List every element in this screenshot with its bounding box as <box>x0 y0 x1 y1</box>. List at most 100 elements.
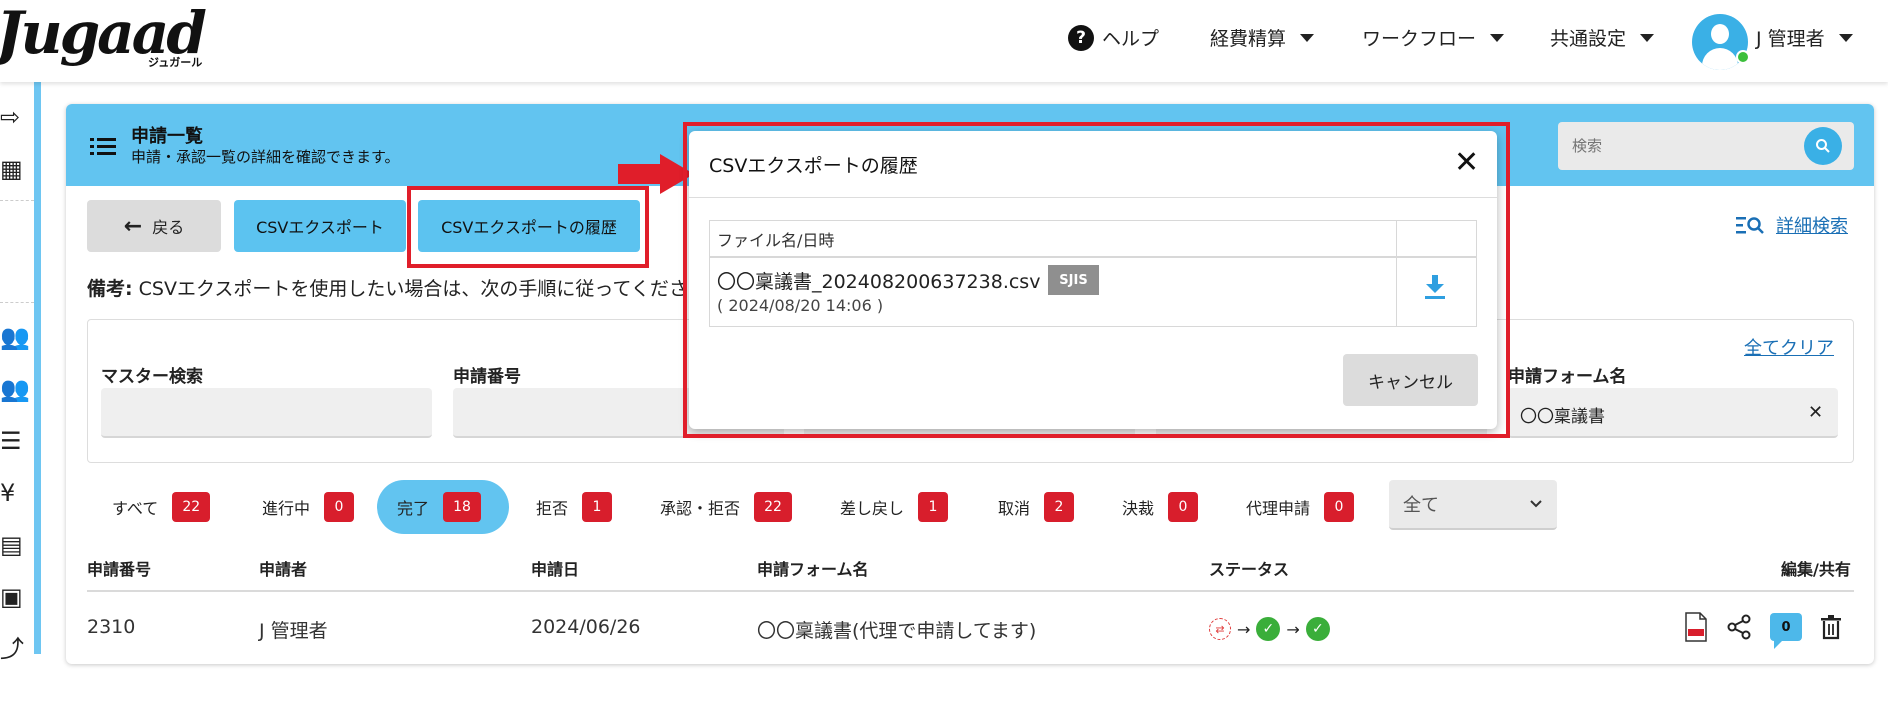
chevron-down-icon <box>1530 500 1542 508</box>
note-text: 備考: CSVエクスポートを使用したい場合は、次の手順に従ってくださ <box>87 274 688 301</box>
check-circle-icon: ✓ <box>1305 617 1330 641</box>
logout-icon[interactable]: ⇨ <box>0 104 26 130</box>
col-header-edit-share: 編集/共有 <box>1781 560 1851 579</box>
form-name-label: 申請フォーム名 <box>1508 367 1627 387</box>
advanced-search-label: 詳細検索 <box>1776 216 1848 237</box>
col-header-status: ステータス <box>1209 560 1290 579</box>
filter-select[interactable]: 全て <box>1389 480 1557 530</box>
history-table-column-divider <box>1396 220 1397 327</box>
advanced-search-link[interactable]: 詳細検索 <box>1736 212 1848 238</box>
receipt-icon[interactable]: ▤ <box>0 532 26 558</box>
count-badge: 22 <box>754 492 793 522</box>
online-status-dot <box>1736 50 1750 64</box>
row-actions: 0 <box>1684 612 1842 649</box>
tab-in-progress[interactable]: 進行中 0 <box>242 480 374 534</box>
proxy-status-icon: ⇄ <box>1209 618 1231 640</box>
modal-divider <box>689 197 1497 198</box>
check-circle-icon: ✓ <box>1256 617 1281 641</box>
tab-label: 完了 <box>397 499 430 518</box>
tab-label: 承認・拒否 <box>660 499 741 518</box>
modal-title: CSVエクスポートの履歴 <box>709 155 918 177</box>
clear-all-link[interactable]: 全てクリア <box>1744 334 1834 360</box>
sidebar-divider <box>0 200 34 201</box>
tab-label: すべて <box>112 499 159 518</box>
row-applicant: J 管理者 <box>259 620 328 642</box>
history-col-header: ファイル名/日時 <box>717 231 835 250</box>
users-icon[interactable]: 👥 <box>0 324 30 350</box>
tab-decided[interactable]: 決裁 0 <box>1102 480 1218 534</box>
nav-workflow-label: ワークフロー <box>1362 28 1477 50</box>
share-icon[interactable] <box>1726 614 1752 640</box>
arrow-right-icon: → <box>1286 619 1300 639</box>
list-icon[interactable]: ☰ <box>0 428 26 454</box>
nav-common-settings[interactable]: 共通設定 <box>1550 24 1655 51</box>
building-icon[interactable]: ▦ <box>0 156 26 182</box>
row-form-name[interactable]: 〇〇稟議書(代理で申請してます) <box>757 616 1036 643</box>
row-status-flow: ⇄ → ✓ → ✓ <box>1209 617 1330 641</box>
tab-rejected[interactable]: 拒否 1 <box>516 480 632 534</box>
page-title: 申請一覧 <box>131 126 203 147</box>
back-button[interactable]: ← 戻る <box>87 200 221 252</box>
yen-icon[interactable]: ¥ <box>0 480 26 506</box>
count-badge: 1 <box>918 492 949 522</box>
help-icon: ? <box>1068 24 1094 51</box>
sidebar-divider <box>0 302 34 303</box>
tab-label: 差し戻し <box>840 499 905 518</box>
row-number[interactable]: 2310 <box>87 616 135 638</box>
arrow-left-icon: ← <box>123 213 143 239</box>
nav-help-label: ヘルプ <box>1102 28 1160 50</box>
download-icon[interactable] <box>1424 274 1446 300</box>
master-search-label: マスター検索 <box>101 367 203 387</box>
nav-expense[interactable]: 経費精算 <box>1210 24 1315 51</box>
annotation-arrow <box>618 164 662 184</box>
tab-cancelled[interactable]: 取消 2 <box>978 480 1094 534</box>
col-header-number: 申請番号 <box>87 560 152 579</box>
group-icon[interactable]: 👥 <box>0 376 30 402</box>
user-menu[interactable]: J 管理者 <box>1756 24 1853 51</box>
annotation-highlight-box <box>407 186 649 268</box>
nav-expense-label: 経費精算 <box>1210 28 1287 50</box>
count-badge: 2 <box>1044 492 1075 522</box>
col-header-applicant: 申請者 <box>259 560 308 579</box>
search-icon <box>1816 139 1830 153</box>
pdf-icon[interactable] <box>1684 612 1708 642</box>
count-badge: 0 <box>1324 492 1355 522</box>
tab-returned[interactable]: 差し戻し 1 <box>820 480 968 534</box>
filter-search-icon <box>1736 217 1764 234</box>
note-body: CSVエクスポートを使用したい場合は、次の手順に従ってくださ <box>138 278 688 300</box>
list-icon <box>90 138 116 155</box>
app-logo-subtitle: ジュガール <box>148 56 203 69</box>
count-badge: 18 <box>443 492 482 522</box>
tab-label: 代理申請 <box>1246 499 1311 518</box>
comment-count-button[interactable]: 0 <box>1770 613 1802 649</box>
tab-label: 決裁 <box>1122 499 1155 518</box>
master-search-input[interactable] <box>101 388 432 438</box>
sidebar-accent-bar <box>34 82 41 654</box>
chevron-down-icon <box>1838 33 1853 42</box>
arrow-right-icon: → <box>1237 619 1251 639</box>
note-prefix: 備考: <box>87 278 133 300</box>
report-icon[interactable]: ▣ <box>0 584 26 610</box>
export-file-name: 〇〇稟議書_202408200637238.csv <box>717 271 1041 293</box>
encoding-badge: SJIS <box>1048 265 1099 295</box>
tab-approved-rejected[interactable]: 承認・拒否 22 <box>640 480 812 534</box>
share-node-icon[interactable]: ⤴ <box>0 636 26 662</box>
cancel-button[interactable]: キャンセル <box>1343 354 1478 406</box>
application-number-label: 申請番号 <box>453 367 521 387</box>
csv-export-button[interactable]: CSVエクスポート <box>234 200 406 252</box>
search-button[interactable] <box>1804 127 1842 165</box>
table-header-divider <box>87 590 1854 592</box>
nav-help[interactable]: ? ヘルプ <box>1068 24 1159 51</box>
clear-field-icon[interactable]: ✕ <box>1808 402 1823 423</box>
nav-workflow[interactable]: ワークフロー <box>1362 24 1505 51</box>
trash-icon[interactable] <box>1820 614 1842 640</box>
close-icon[interactable]: ✕ <box>1454 148 1479 178</box>
tab-completed[interactable]: 完了 18 <box>377 480 509 534</box>
count-badge: 1 <box>582 492 613 522</box>
filter-select-value: 全て <box>1403 495 1439 516</box>
chevron-down-icon <box>1640 33 1655 42</box>
form-name-value: 〇〇稟議書 <box>1520 407 1605 427</box>
tab-all[interactable]: すべて 22 <box>92 480 230 534</box>
tab-proxy-application[interactable]: 代理申請 0 <box>1226 480 1374 534</box>
page-subtitle: 申請・承認一覧の詳細を確認できます。 <box>131 148 400 166</box>
